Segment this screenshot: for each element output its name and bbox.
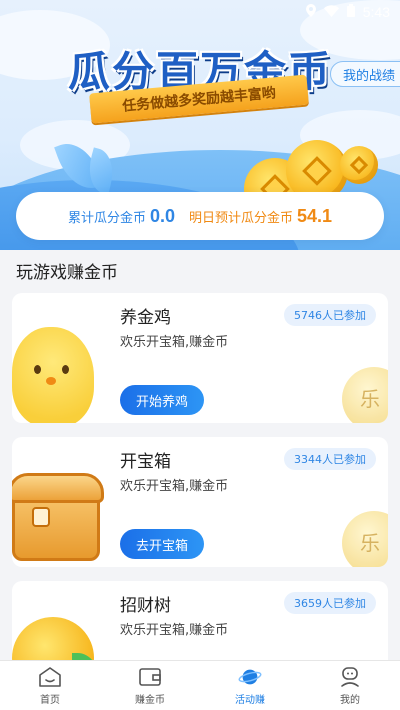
start-chicken-button[interactable]: 开始养鸡 [120, 385, 205, 415]
nav-label: 赚金币 [135, 694, 165, 706]
bottom-nav: 首页 赚金币 活动赚 我的 [0, 660, 400, 710]
nav-item-activity[interactable]: 活动赚 [200, 661, 300, 710]
battery-icon [346, 4, 355, 20]
nav-item-profile[interactable]: 我的 [300, 661, 400, 710]
game-title: 养金鸡 [120, 308, 171, 328]
home-icon [38, 666, 62, 688]
participants-badge: 3344人已参加 [284, 448, 376, 470]
section-title: 玩游戏赚金币 [16, 263, 118, 283]
total-coins-value: 0.0 [149, 205, 175, 226]
participants-badge: 5746人已参加 [284, 304, 376, 326]
open-treasure-button[interactable]: 去开宝箱 [120, 529, 205, 559]
wifi-icon [323, 4, 339, 20]
profile-icon [338, 666, 362, 688]
game-card-chicken[interactable]: 养金鸡 欢乐开宝箱,赚金币 5746人已参加 开始养鸡 乐 [12, 293, 388, 423]
game-description: 欢乐开宝箱,赚金币 [120, 479, 229, 494]
tomorrow-coins-label: 明日预计瓜分金币 [188, 210, 293, 226]
chick-illustration [12, 323, 102, 423]
total-coins-label: 累计瓜分金币 [67, 210, 146, 226]
game-card-treasure[interactable]: 开宝箱 欢乐开宝箱,赚金币 3344人已参加 去开宝箱 乐 [12, 437, 388, 567]
game-description: 欢乐开宝箱,赚金币 [120, 623, 229, 638]
game-description: 欢乐开宝箱,赚金币 [120, 335, 229, 350]
nav-label: 我的 [340, 694, 360, 706]
status-time: 5:43 [362, 4, 390, 20]
participants-badge: 3659人已参加 [284, 592, 376, 614]
tomorrow-coins-value: 54.1 [297, 205, 333, 226]
nav-item-earn-coins[interactable]: 赚金币 [100, 661, 200, 710]
status-bar: 5:43 [0, 0, 400, 24]
nav-label: 首页 [40, 694, 60, 706]
nav-item-home[interactable]: 首页 [0, 661, 100, 710]
wallet-icon [138, 666, 162, 688]
game-title: 开宝箱 [120, 452, 171, 472]
nav-label: 活动赚 [235, 694, 265, 706]
total-coins-stat: 累计瓜分金币 0.0 [68, 206, 175, 227]
coin-stats-card: 累计瓜分金币 0.0 明日预计瓜分金币 54.1 [16, 192, 384, 240]
gold-coin-decoration [340, 146, 378, 184]
location-icon [305, 4, 316, 20]
tomorrow-coins-stat: 明日预计瓜分金币 54.1 [189, 206, 332, 227]
planet-icon [238, 666, 262, 688]
coin-decoration: 乐 [342, 367, 388, 423]
treasure-chest-illustration [12, 467, 104, 567]
my-record-button[interactable]: 我的战绩 [330, 61, 400, 87]
coin-decoration: 乐 [342, 511, 388, 567]
game-title: 招财树 [120, 596, 171, 616]
